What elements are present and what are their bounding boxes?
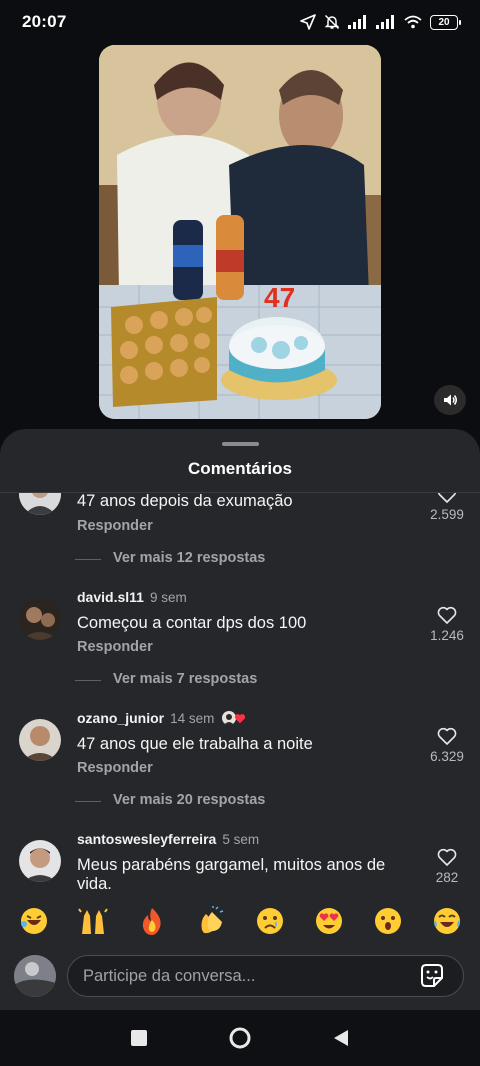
comment-header: david.sl11 9 sem	[77, 589, 187, 605]
like-button[interactable]: 282	[420, 848, 474, 885]
avatar[interactable]	[19, 840, 61, 882]
comment-time: 9 sem	[149, 589, 187, 605]
avatar[interactable]	[19, 493, 61, 515]
bell-off-icon	[324, 14, 340, 30]
comment-item: david.sl11 9 sem Começou a contar dps do…	[0, 583, 480, 703]
emoji-button[interactable]	[135, 904, 169, 938]
avatar[interactable]	[19, 719, 61, 761]
comment-header: santoswesleyferreira 5 sem	[77, 831, 259, 847]
signal-icon	[348, 15, 366, 29]
emoji-button[interactable]	[430, 904, 464, 938]
status-icons: 20	[300, 14, 461, 30]
comments-sheet: Comentários 47 anos depois da exumação R…	[0, 429, 480, 1010]
location-arrow-icon	[300, 14, 316, 30]
heart-outline-icon	[437, 606, 457, 624]
battery-icon: 20	[430, 14, 461, 30]
emoji-button[interactable]	[253, 904, 287, 938]
emoji-button[interactable]	[312, 904, 346, 938]
comment-input-placeholder: Participe da conversa...	[83, 966, 256, 985]
comment-text: Começou a contar dps dos 100	[77, 614, 307, 632]
comment-item: ozano_junior 14 sem 47 anos que ele trab…	[0, 704, 480, 824]
view-more-replies[interactable]: Ver mais 12 respostas	[74, 550, 265, 566]
avatar-image	[19, 719, 61, 761]
username[interactable]: david.sl11	[77, 589, 144, 605]
reply-button[interactable]: Responder	[77, 518, 153, 534]
video-frame-image: 47	[99, 45, 381, 419]
circle-icon[interactable]	[228, 1026, 252, 1050]
my-avatar-image	[14, 955, 56, 997]
emoji-button[interactable]	[17, 904, 51, 938]
back-triangle-icon[interactable]	[332, 1028, 350, 1048]
tears-of-joy-emoji-icon	[433, 908, 460, 934]
video-player[interactable]: 47	[99, 45, 381, 419]
comment-text: Meus parabéns gargamel, muitos anos de v…	[77, 856, 386, 893]
heart-outline-icon	[437, 727, 457, 745]
sticker-icon[interactable]	[417, 961, 447, 991]
heart-outline-icon	[437, 848, 457, 866]
like-count: 1.246	[430, 628, 464, 643]
avatar-image	[19, 598, 61, 640]
volume-icon	[444, 394, 457, 406]
my-avatar	[14, 955, 56, 997]
like-button[interactable]: 2.599	[420, 493, 474, 522]
comment-time: 14 sem	[170, 710, 215, 726]
avatar[interactable]	[19, 598, 61, 640]
status-time: 20:07	[22, 12, 67, 31]
comment-text: 47 anos que ele trabalha a noite	[77, 735, 313, 753]
username[interactable]: ozano_junior	[77, 710, 164, 726]
crying-emoji-icon	[256, 908, 283, 934]
avatar-image	[19, 493, 61, 515]
heart-eyes-emoji-icon	[315, 908, 342, 934]
like-button[interactable]: 6.329	[420, 727, 474, 764]
comment-time: 5 sem	[222, 831, 260, 847]
raising-hands-emoji-icon	[77, 908, 108, 934]
creator-liked-badge	[222, 711, 246, 725]
like-count: 2.599	[430, 507, 464, 522]
view-more-replies[interactable]: Ver mais 20 respostas	[74, 792, 265, 808]
reply-button[interactable]: Responder	[77, 760, 153, 776]
heart-outline-icon	[437, 493, 457, 503]
emoji-button[interactable]	[76, 904, 110, 938]
signal-icon	[376, 15, 394, 29]
view-more-replies[interactable]: Ver mais 7 respostas	[74, 671, 257, 687]
comment-input[interactable]: Participe da conversa...	[67, 955, 464, 997]
comment-item: santoswesleyferreira 5 sem Meus parabéns…	[0, 825, 480, 895]
wifi-icon	[404, 15, 422, 29]
surprised-emoji-icon	[374, 908, 401, 934]
fire-emoji-icon	[142, 908, 161, 935]
square-icon[interactable]	[130, 1029, 148, 1047]
system-nav-bar	[0, 1010, 480, 1066]
username[interactable]: santoswesleyferreira	[77, 831, 216, 847]
svg-text:47: 47	[264, 282, 295, 313]
heart-filled-icon	[235, 713, 246, 723]
comment-header: ozano_junior 14 sem	[77, 710, 246, 726]
clapping-emoji-icon	[201, 906, 223, 934]
like-button[interactable]: 1.246	[420, 606, 474, 643]
volume-button[interactable]	[434, 385, 466, 415]
status-bar: 20:07 20	[0, 0, 480, 44]
comments-list[interactable]: 47 anos depois da exumação Responder 2.5…	[0, 493, 480, 895]
avatar-image	[19, 840, 61, 882]
like-count: 282	[435, 870, 459, 885]
reply-button[interactable]: Responder	[77, 639, 153, 655]
like-count: 6.329	[430, 749, 464, 764]
comment-text: 47 anos depois da exumação	[77, 493, 293, 510]
comment-item: 47 anos depois da exumação Responder 2.5…	[0, 493, 480, 583]
emoji-button[interactable]	[194, 904, 228, 938]
emoji-button[interactable]	[371, 904, 405, 938]
rolling-laughing-emoji-icon	[20, 908, 47, 934]
comment-composer: Participe da conversa...	[0, 949, 480, 1001]
emoji-quick-bar	[0, 901, 480, 941]
sheet-title: Comentários	[188, 459, 292, 478]
sheet-drag-handle[interactable]	[222, 442, 259, 446]
